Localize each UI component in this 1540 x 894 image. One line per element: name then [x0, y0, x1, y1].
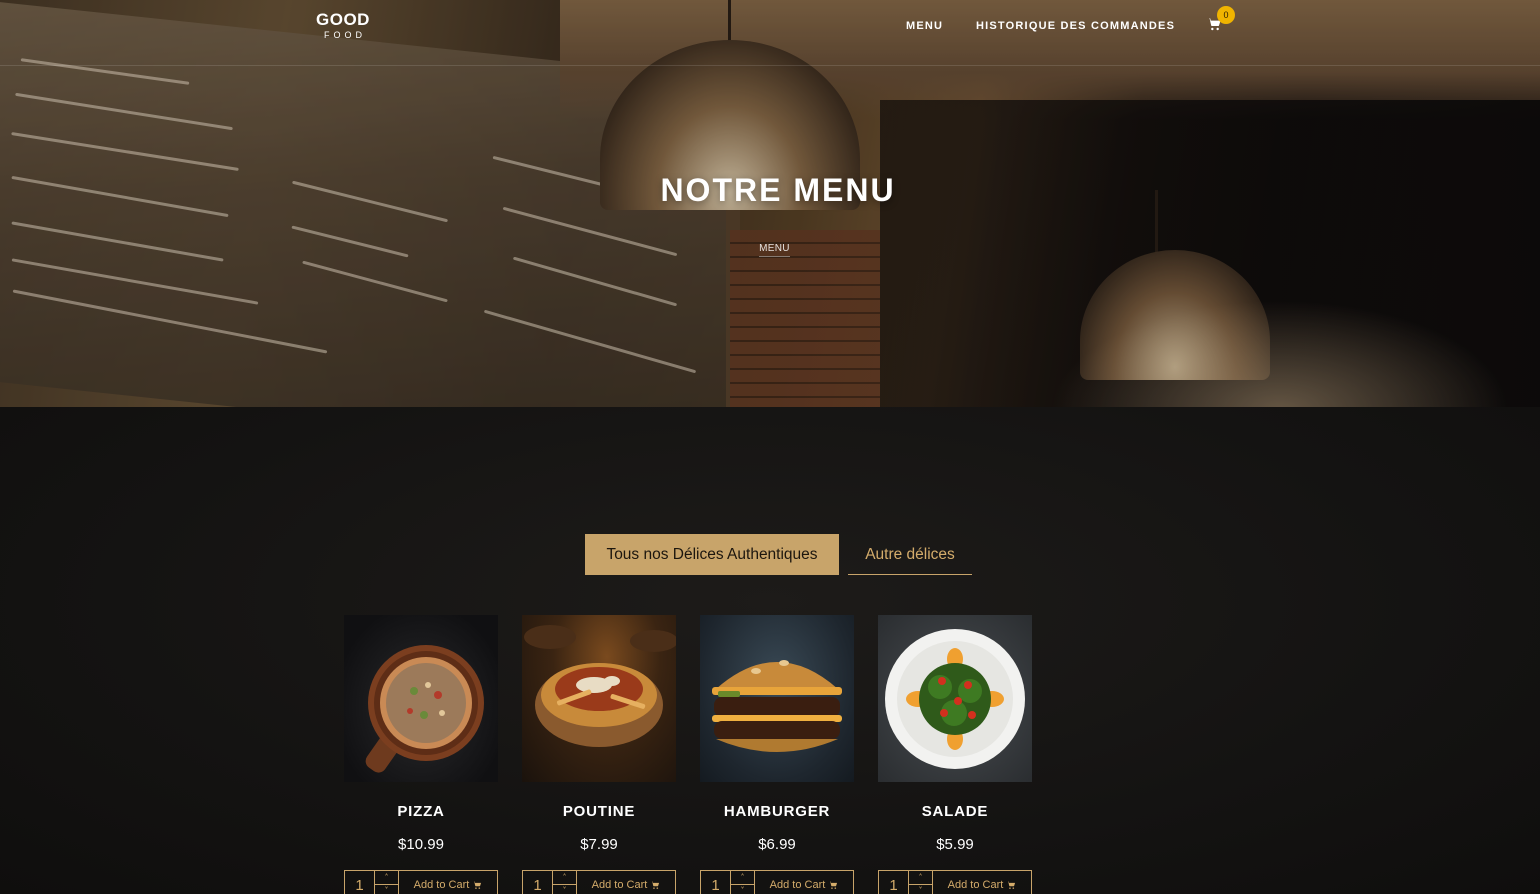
product-card-poutine: POUTINE $7.99 1 ˄ ˅ Add to Cart — [522, 615, 676, 894]
quantity-input[interactable]: 1 — [879, 871, 909, 894]
hamburger-image[interactable] — [700, 615, 854, 782]
nav-menu-link[interactable]: MENU — [906, 20, 943, 32]
quantity-input[interactable]: 1 — [345, 871, 375, 894]
logo-main-text: GOOD — [316, 10, 370, 29]
cart-count-badge: 0 — [1217, 6, 1235, 24]
chevron-down-icon[interactable]: ˅ — [553, 885, 576, 894]
quantity-stepper: 1 ˄ ˅ Add to Cart — [700, 870, 854, 894]
product-price: $5.99 — [936, 836, 974, 853]
add-to-cart-button[interactable]: Add to Cart — [577, 871, 675, 894]
chevron-up-icon[interactable]: ˄ — [909, 871, 932, 885]
product-price: $6.99 — [758, 836, 796, 853]
product-card-hamburger: HAMBURGER $6.99 1 ˄ ˅ Add to Cart — [700, 615, 854, 894]
shopping-cart-icon — [829, 881, 838, 889]
page-title: NOTRE MENU — [660, 172, 896, 208]
add-to-cart-label: Add to Cart — [591, 879, 648, 891]
breadcrumb: MENU — [0, 236, 1540, 257]
product-name: PIZZA — [397, 803, 445, 820]
shopping-cart-icon — [1007, 881, 1016, 889]
chevron-up-icon[interactable]: ˄ — [731, 871, 754, 885]
quantity-input[interactable]: 1 — [701, 871, 731, 894]
chevron-down-icon[interactable]: ˅ — [909, 885, 932, 894]
chevron-up-icon[interactable]: ˄ — [553, 871, 576, 885]
quantity-input[interactable]: 1 — [523, 871, 553, 894]
shopping-cart-icon — [651, 881, 660, 889]
quantity-stepper: 1 ˄ ˅ Add to Cart — [878, 870, 1032, 894]
chevron-down-icon[interactable]: ˅ — [731, 885, 754, 894]
product-card-salad: SALADE $5.99 1 ˄ ˅ Add to Cart — [878, 615, 1032, 894]
add-to-cart-label: Add to Cart — [769, 879, 826, 891]
shopping-cart-icon — [473, 881, 482, 889]
chevron-down-icon[interactable]: ˅ — [375, 885, 398, 894]
tab-other-delights[interactable]: Autre délices — [848, 534, 972, 575]
logo-sub-text: FOOD — [323, 30, 366, 40]
product-name: SALADE — [921, 803, 989, 820]
site-header: GOOD FOOD — [0, 0, 1540, 66]
quantity-stepper: 1 ˄ ˅ Add to Cart — [522, 870, 676, 894]
add-to-cart-label: Add to Cart — [413, 879, 470, 891]
product-price: $10.99 — [398, 836, 444, 853]
site-logo[interactable]: GOOD FOOD — [316, 11, 370, 40]
add-to-cart-button[interactable]: Add to Cart — [933, 871, 1031, 894]
salad-image[interactable] — [878, 615, 1032, 782]
chevron-up-icon[interactable]: ˄ — [375, 871, 398, 885]
breadcrumb-item[interactable]: MENU — [759, 243, 790, 257]
quantity-stepper: 1 ˄ ˅ Add to Cart — [344, 870, 498, 894]
add-to-cart-button[interactable]: Add to Cart — [755, 871, 853, 894]
poutine-image[interactable] — [522, 615, 676, 782]
add-to-cart-label: Add to Cart — [947, 879, 1004, 891]
product-price: $7.99 — [580, 836, 618, 853]
product-card-pizza: PIZZA $10.99 1 ˄ ˅ Add to Cart — [344, 615, 498, 894]
add-to-cart-button[interactable]: Add to Cart — [399, 871, 497, 894]
tab-all-delights[interactable]: Tous nos Délices Authentiques — [585, 534, 839, 575]
nav-order-history-link[interactable]: HISTORIQUE DES COMMANDES — [976, 20, 1175, 32]
product-name: HAMBURGER — [723, 803, 831, 820]
product-name: POUTINE — [562, 803, 636, 820]
pizza-image[interactable] — [344, 615, 498, 782]
